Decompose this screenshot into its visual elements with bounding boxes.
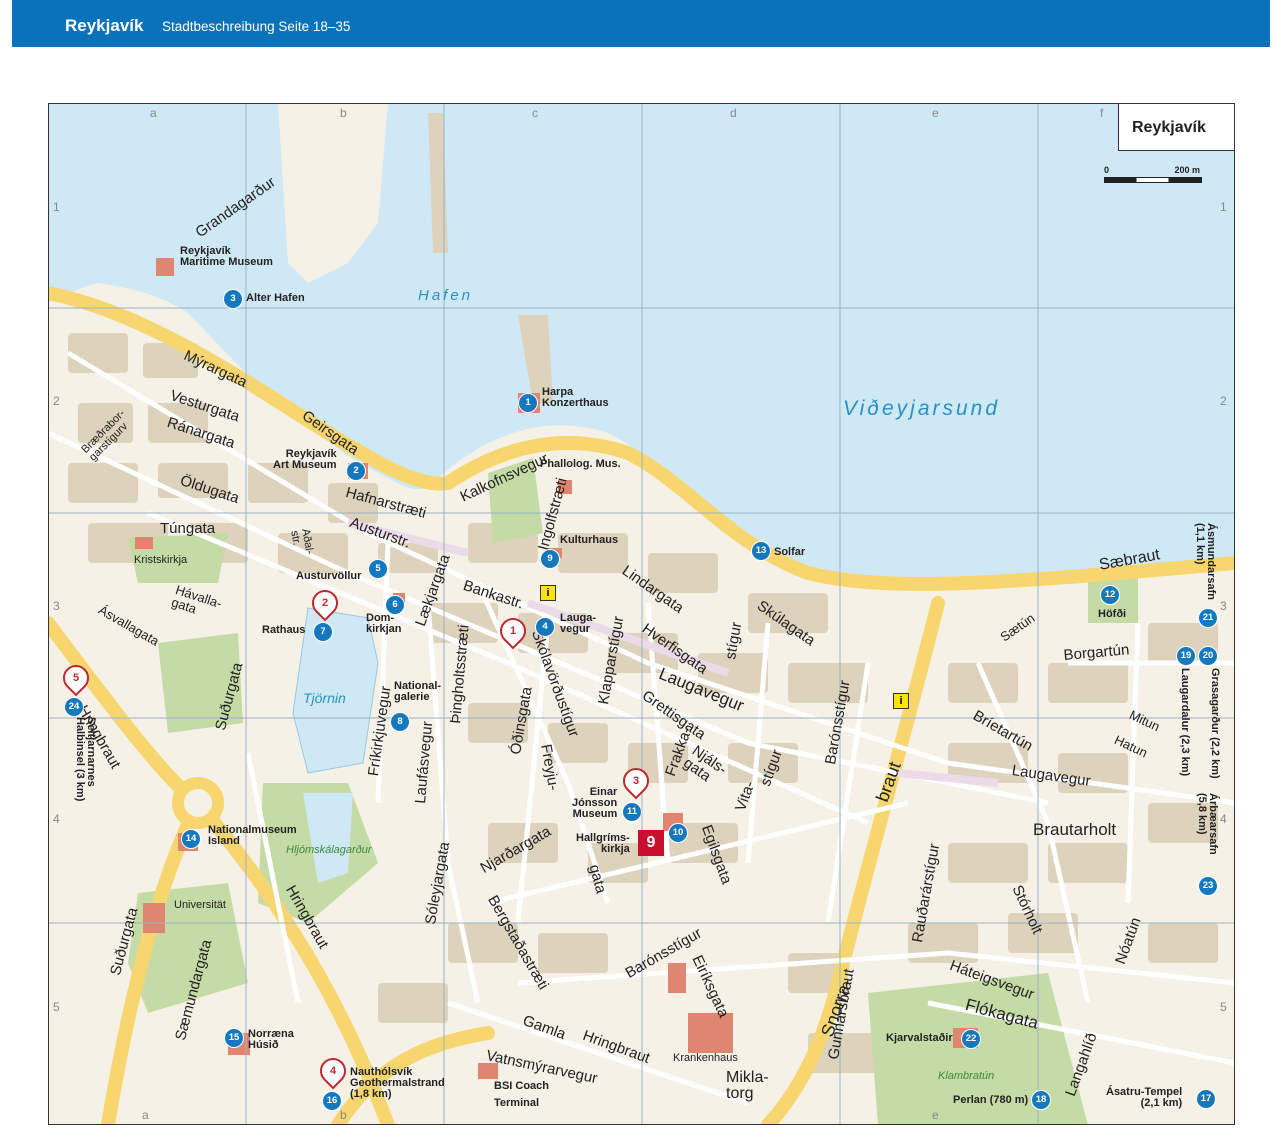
scale-end: 200 m (1174, 165, 1200, 175)
grid-col-c: c (532, 106, 538, 120)
poi-label-3: Alter Hafen (246, 292, 305, 304)
info-icon[interactable]: i (540, 585, 556, 601)
scale-graphic (1104, 177, 1202, 183)
scale-start: 0 (1104, 165, 1110, 175)
poi-label-19: Laugardalur (2,3 km) (1179, 668, 1191, 777)
poi-label-21: Ásmundarsafn (1,1 km) (1194, 523, 1217, 601)
poi-label-22: Kjarvalstaðir (886, 1032, 953, 1044)
water-label-sound: Viðeyjarsund (843, 397, 1001, 420)
header-city: Reykjavík (65, 16, 144, 35)
place-universitat: Universität (174, 899, 226, 911)
poi-label-20: Grasagarður (2,2 km) (1209, 668, 1221, 779)
grid-col-e: e (932, 106, 939, 120)
place-maritime-museum: Reykjavík Maritime Museum (180, 245, 273, 268)
tour-pin-4-label: 4 (329, 1065, 337, 1077)
poi-badge-16[interactable]: 16 (322, 1091, 342, 1111)
grid-row-1: 1 (53, 200, 60, 214)
street-brautarholt: Brautarholt (1033, 820, 1117, 839)
grid-col-e-bottom: e (932, 1108, 939, 1122)
poi-label-9: Kulturhaus (560, 534, 619, 546)
map-title-box: Reykjavík (1118, 103, 1235, 151)
park-label-klambra: Klambratún (938, 1070, 995, 1082)
poi-badge-3[interactable]: 3 (223, 289, 243, 309)
hotspot-marker[interactable]: 9 (638, 830, 664, 856)
poi-label-23: Árbæarsafn (5,8 km) (1196, 793, 1219, 855)
poi-label-24: Seltjarnarnes Halbinsel (3 km) (74, 717, 97, 802)
poi-label-5: Austurvöllur (296, 570, 362, 582)
poi-badge-2[interactable]: 2 (346, 461, 366, 481)
page-header: Reykjavík Stadtbeschreibung Seite 18–35 (12, 0, 1270, 47)
poi-badge-8[interactable]: 8 (390, 712, 410, 732)
poi-label-15: Norræna Húsið (248, 1028, 294, 1051)
poi-label-17: Ásatru-Tempel (2,1 km) (1106, 1086, 1183, 1109)
tour-pin-5-label: 5 (72, 672, 80, 684)
poi-badge-22[interactable]: 22 (961, 1029, 981, 1049)
header-subtitle: Stadtbeschreibung Seite 18–35 (162, 19, 351, 34)
poi-label-13: Solfar (774, 546, 806, 558)
grid-col-b-bottom: b (340, 1108, 347, 1122)
poi-label-16: Nauthólsvík Geothermalstrand (1,8 km) (350, 1066, 445, 1100)
poi-badge-12[interactable]: 12 (1100, 585, 1120, 605)
poi-badge-20[interactable]: 20 (1198, 646, 1218, 666)
poi-badge-4[interactable]: 4 (535, 617, 555, 637)
tour-pin-2-label: 2 (321, 597, 329, 609)
poi-label-10: Hallgríms- kirkja (576, 832, 630, 855)
poi-label-1: Harpa Konzerthaus (542, 386, 609, 409)
place-kristskirkja: Kristskirkja (134, 554, 188, 566)
poi-badge-21[interactable]: 21 (1198, 608, 1218, 628)
poi-badge-5[interactable]: 5 (368, 559, 388, 579)
grid-row-2-right: 2 (1220, 394, 1227, 408)
poi-badge-13[interactable]: 13 (751, 541, 771, 561)
grid-col-f: f (1100, 106, 1104, 120)
grid-row-5: 5 (53, 1000, 60, 1014)
poi-label-8: National- galerie (394, 680, 442, 703)
street-miklatorg: Mikla- torg (726, 1069, 769, 1102)
water-label-harbour: Hafen (418, 287, 474, 304)
poi-label-14: Nationalmuseum Island (208, 824, 297, 847)
water-label-pond: Tjörnin (303, 690, 346, 706)
tour-pin-3-label: 3 (632, 775, 640, 787)
place-phallolog: Phallolog. Mus. (540, 458, 621, 470)
poi-label-7: Rathaus (262, 624, 306, 636)
park-label-hljom: Hljómskálagarður (286, 844, 372, 856)
poi-badge-23[interactable]: 23 (1198, 876, 1218, 896)
poi-badge-7[interactable]: 7 (313, 622, 333, 642)
grid-row-4: 4 (53, 812, 60, 826)
map-title: Reykjavík (1132, 119, 1206, 136)
poi-badge-11[interactable]: 11 (622, 802, 642, 822)
poi-label-4: Lauga- vegur (560, 612, 597, 635)
place-bsi-terminal: BSI Coach Terminal (494, 1080, 550, 1109)
grid-col-a-bottom: a (142, 1108, 149, 1122)
poi-badge-9[interactable]: 9 (540, 549, 560, 569)
poi-badge-24[interactable]: 24 (64, 697, 84, 717)
grid-row-1-right: 1 (1220, 200, 1227, 214)
poi-badge-14[interactable]: 14 (181, 829, 201, 849)
poi-badge-10[interactable]: 10 (668, 823, 688, 843)
poi-badge-1[interactable]: 1 (518, 393, 538, 413)
poi-label-6: Dom- kirkjan (366, 612, 402, 635)
street-tungata: Túngata (160, 520, 216, 537)
city-map[interactable]: Reykjavík 0 200 m a b c d e f 1 2 3 4 5 … (48, 103, 1235, 1125)
street-adalstr: Aðal- str. (288, 527, 316, 556)
poi-label-18: Perlan (780 m) (953, 1094, 1029, 1106)
grid-row-5-right: 5 (1220, 1000, 1227, 1014)
info-icon-east[interactable]: i (893, 693, 909, 709)
poi-label-12: Höfði (1098, 608, 1127, 620)
grid-col-a: a (150, 106, 157, 120)
grid-row-3-right: 3 (1220, 599, 1227, 613)
grid-col-b: b (340, 106, 347, 120)
poi-badge-18[interactable]: 18 (1031, 1090, 1051, 1110)
tour-pin-1-label: 1 (509, 625, 517, 637)
poi-label-2: Reykjavík Art Museum (273, 448, 337, 471)
poi-label-11: Einar Jónsson Museum (572, 786, 618, 820)
place-krankenhaus: Krankenhaus (673, 1052, 738, 1064)
grid-row-3: 3 (53, 599, 60, 613)
poi-badge-19[interactable]: 19 (1176, 646, 1196, 666)
grid-row-4-right: 4 (1220, 812, 1227, 826)
grid-col-d: d (730, 106, 737, 120)
poi-badge-15[interactable]: 15 (224, 1028, 244, 1048)
grid-row-2: 2 (53, 394, 60, 408)
poi-badge-17[interactable]: 17 (1196, 1089, 1216, 1109)
